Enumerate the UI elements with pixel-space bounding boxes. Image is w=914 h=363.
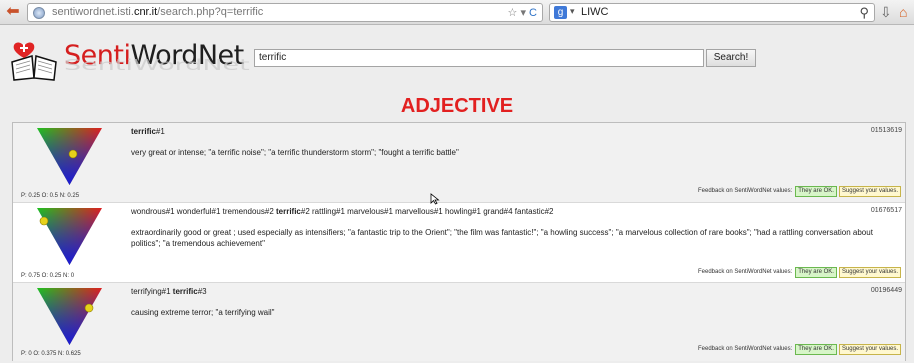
score-marker-icon — [84, 303, 94, 313]
suggest-button[interactable]: Suggest your values. — [838, 344, 901, 355]
synset-offset: 01676517 — [870, 207, 902, 214]
feedback-bar: Feedback on SentiWordNet values: They are… — [698, 344, 901, 355]
ok-button[interactable]: They are OK. — [795, 267, 837, 278]
search-button[interactable]: Search! — [706, 49, 756, 67]
engine-dropdown-icon[interactable]: ▾ — [570, 6, 575, 17]
feedback-bar: Feedback on SentiWordNet values: They are… — [698, 267, 901, 278]
score-text: P: 0.75 O: 0.25 N: 0 — [21, 273, 75, 279]
gloss-text: very great or intense; "a terrific noise… — [131, 148, 459, 157]
synonym-list: wondrous#1 wonderful#1 tremendous#2 terr… — [131, 207, 554, 216]
synonym-list: terrifying#1 terrific#3 — [131, 287, 207, 296]
score-text: P: 0 O: 0.375 N: 0.625 — [21, 351, 81, 357]
synset-row: P: 0.75 O: 0.25 N: 0 wondrous#1 wonderfu… — [13, 203, 905, 283]
download-icon[interactable]: ⇩ — [880, 4, 892, 21]
gloss-text: causing extreme terror; "a terrifying wa… — [131, 308, 275, 317]
browser-search-bar[interactable]: g ▾ LIWC ⚲ — [549, 3, 875, 22]
sentiment-triangle-icon — [37, 288, 102, 345]
sentiment-triangle-icon — [37, 208, 102, 265]
synonym-list: terrific#1 — [131, 127, 165, 136]
address-controls[interactable]: ☆ ▾ C — [508, 6, 537, 19]
sentiment-triangle-icon — [37, 128, 102, 185]
star-bookmark-icon[interactable]: ☆ ▾ — [508, 7, 530, 19]
browser-toolbar: ⬅ sentiwordnet.isti.cnr.it/search.php?q=… — [0, 0, 914, 25]
logo-book-heart-icon — [11, 42, 57, 81]
mouse-cursor-icon — [430, 193, 440, 205]
synset-row: P: 0 O: 0.375 N: 0.625 terrifying#1 terr… — [13, 283, 905, 361]
suggest-button[interactable]: Suggest your values. — [838, 186, 901, 197]
browser-search-text: LIWC — [581, 6, 609, 18]
synset-row: P: 0.25 O: 0.5 N: 0.25 terrific#1 015136… — [13, 123, 905, 203]
logo-reflection: SentiWordNet — [64, 56, 250, 74]
ok-button[interactable]: They are OK. — [795, 186, 837, 197]
address-bar[interactable]: sentiwordnet.isti.cnr.it/search.php?q=te… — [27, 3, 543, 22]
reload-icon[interactable]: C — [529, 7, 537, 19]
score-marker-icon — [68, 149, 78, 159]
suggest-button[interactable]: Suggest your values. — [838, 267, 901, 278]
score-text: P: 0.25 O: 0.5 N: 0.25 — [21, 193, 80, 199]
ok-button[interactable]: They are OK. — [795, 344, 837, 355]
search-input[interactable]: terrific — [254, 49, 704, 67]
score-marker-icon — [39, 216, 49, 226]
home-icon[interactable]: ⌂ — [899, 4, 907, 20]
address-url: sentiwordnet.isti.cnr.it/search.php?q=te… — [52, 6, 264, 18]
back-arrow-icon[interactable]: ⬅ — [3, 3, 23, 21]
results-table: P: 0.25 O: 0.5 N: 0.25 terrific#1 015136… — [12, 122, 906, 361]
pos-heading: ADJECTIVE — [400, 95, 514, 117]
synset-offset: 00196449 — [870, 287, 902, 294]
gloss-text: extraordinarily good or great ; used esp… — [131, 228, 873, 248]
feedback-bar: Feedback on SentiWordNet values: They are… — [698, 186, 901, 197]
site-globe-icon — [33, 7, 45, 19]
synset-offset: 01513619 — [870, 127, 902, 134]
search-engine-icon[interactable]: g — [554, 6, 567, 19]
magnifier-icon[interactable]: ⚲ — [859, 5, 869, 21]
